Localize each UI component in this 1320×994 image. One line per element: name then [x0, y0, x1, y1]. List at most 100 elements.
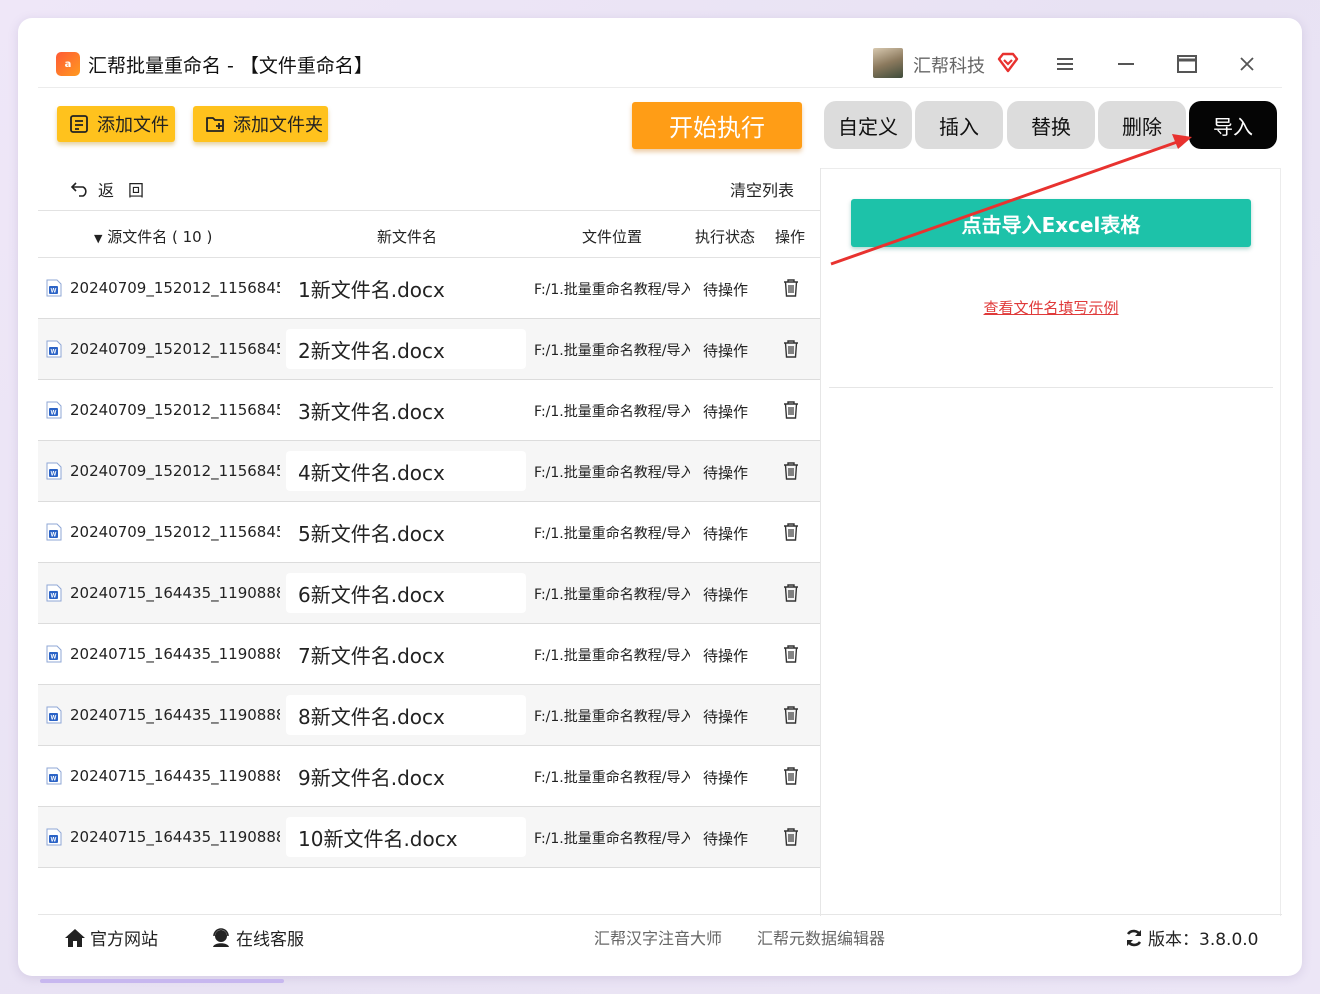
- new-filename-field[interactable]: 2新文件名.docx: [286, 329, 526, 369]
- add-file-button[interactable]: 添加文件: [57, 106, 175, 142]
- new-filename-field[interactable]: 5新文件名.docx: [286, 512, 526, 552]
- close-icon[interactable]: [1233, 50, 1261, 78]
- trash-icon[interactable]: [782, 705, 800, 725]
- new-filename-field[interactable]: 9新文件名.docx: [286, 756, 526, 796]
- table-row[interactable]: W 20240715_164435_119088861 8新文件名.docx F:/1…: [38, 685, 820, 746]
- table-row[interactable]: W 20240715_164435_119088861 9新文件名.docx F:/1…: [38, 746, 820, 807]
- trash-icon[interactable]: [782, 278, 800, 298]
- minimize-icon[interactable]: [1112, 50, 1140, 78]
- word-doc-icon: W: [46, 401, 62, 419]
- user-avatar[interactable]: [873, 48, 903, 78]
- tab-import[interactable]: 导入: [1189, 101, 1277, 149]
- table-row[interactable]: W 20240709_152012_115684555 1新文件名.docx F:/1…: [38, 258, 820, 319]
- source-filename: 20240715_164435_119088861: [70, 584, 280, 602]
- trash-icon[interactable]: [782, 583, 800, 603]
- status-text: 待操作: [703, 708, 749, 726]
- tab-delete[interactable]: 删除: [1098, 101, 1186, 149]
- status-text: 待操作: [703, 586, 749, 604]
- source-filename: 20240715_164435_119088861: [70, 645, 280, 663]
- vip-diamond-icon[interactable]: [996, 50, 1020, 74]
- user-name[interactable]: 汇帮科技: [913, 52, 985, 78]
- source-filename: 20240709_152012_115684555: [70, 279, 280, 297]
- app-window: a 汇帮批量重命名 - 【文件重命名】 汇帮科技 添加文件 添加文件夹 开始执行…: [18, 18, 1302, 976]
- back-label: 返回: [98, 181, 159, 200]
- word-doc-icon: W: [46, 523, 62, 541]
- new-filename-field[interactable]: 8新文件名.docx: [286, 695, 526, 735]
- add-folder-icon: [206, 117, 224, 132]
- word-doc-icon: W: [46, 462, 62, 480]
- source-filename: 20240715_164435_119088861: [70, 706, 280, 724]
- trash-icon[interactable]: [782, 766, 800, 786]
- trash-icon[interactable]: [782, 522, 800, 542]
- file-location: F:/1.批量重命名教程/导入: [534, 343, 690, 359]
- trash-icon[interactable]: [782, 827, 800, 847]
- maximize-icon[interactable]: [1173, 50, 1201, 78]
- file-location: F:/1.批量重命名教程/导入: [534, 526, 690, 542]
- website-link[interactable]: 官方网站: [64, 925, 158, 950]
- table-row[interactable]: W 20240709_152012_115684555 3新文件名.docx F:/1…: [38, 380, 820, 441]
- new-filename-field[interactable]: 1新文件名.docx: [286, 268, 526, 308]
- source-filename: 20240709_152012_115684555: [70, 462, 280, 480]
- app-title: 汇帮批量重命名 - 【文件重命名】: [88, 55, 373, 77]
- file-location: F:/1.批量重命名教程/导入: [534, 404, 690, 420]
- table-row[interactable]: W 20240715_164435_119088861 6新文件名.docx F:/1…: [38, 563, 820, 624]
- undo-icon: [70, 182, 87, 197]
- col-source[interactable]: ▼ 源文件名 ( 10 ): [94, 226, 212, 247]
- tab-custom[interactable]: 自定义: [824, 101, 912, 149]
- app-link-metadata[interactable]: 汇帮元数据编辑器: [757, 925, 885, 949]
- add-folder-button[interactable]: 添加文件夹: [193, 106, 328, 142]
- new-filename-field[interactable]: 7新文件名.docx: [286, 634, 526, 674]
- word-doc-icon: W: [46, 767, 62, 785]
- svg-text:W: W: [51, 350, 57, 356]
- svg-text:W: W: [51, 411, 57, 417]
- new-filename-field[interactable]: 4新文件名.docx: [286, 451, 526, 491]
- col-location: 文件位置: [582, 228, 643, 246]
- support-link[interactable]: 在线客服: [210, 925, 304, 950]
- source-filename: 20240709_152012_115684555: [70, 401, 280, 419]
- status-text: 待操作: [703, 647, 749, 665]
- table-row[interactable]: W 20240709_152012_115684555 5新文件名.docx F:/1…: [38, 502, 820, 563]
- new-filename-field[interactable]: 3新文件名.docx: [286, 390, 526, 430]
- new-filename-field[interactable]: 6新文件名.docx: [286, 573, 526, 613]
- start-button[interactable]: 开始执行: [632, 102, 802, 149]
- tab-insert[interactable]: 插入: [915, 101, 1003, 149]
- version-info[interactable]: 版本：3.8.0.0: [1124, 925, 1258, 950]
- support-label: 在线客服: [236, 930, 304, 950]
- word-doc-icon: W: [46, 828, 62, 846]
- svg-text:W: W: [51, 472, 57, 478]
- add-folder-label: 添加文件夹: [233, 115, 323, 136]
- status-text: 待操作: [703, 342, 749, 360]
- svg-text:W: W: [51, 533, 57, 539]
- clear-list-button[interactable]: 清空列表: [730, 177, 794, 201]
- menu-icon[interactable]: [1051, 50, 1079, 78]
- word-doc-icon: W: [46, 645, 62, 663]
- source-filename: 20240715_164435_119088861: [70, 828, 280, 846]
- import-excel-button[interactable]: 点击导入Excel表格: [851, 199, 1251, 247]
- status-text: 待操作: [703, 525, 749, 543]
- table-row[interactable]: W 20240715_164435_119088861 10新文件名.docx F:/…: [38, 807, 820, 868]
- back-button[interactable]: 返回: [70, 177, 158, 201]
- app-link-pinyin[interactable]: 汇帮汉字注音大师: [594, 925, 722, 949]
- table-row[interactable]: W 20240709_152012_115684555 4新文件名.docx F:/1…: [38, 441, 820, 502]
- trash-icon[interactable]: [782, 461, 800, 481]
- word-doc-icon: W: [46, 584, 62, 602]
- new-filename-field[interactable]: 10新文件名.docx: [286, 817, 526, 857]
- website-label: 官方网站: [90, 930, 158, 950]
- import-panel: 点击导入Excel表格 查看文件名填写示例: [821, 168, 1281, 916]
- table-row[interactable]: W 20240709_152012_115684555 2新文件名.docx F:/1…: [38, 319, 820, 380]
- col-source-label: 源文件名 ( 10 ): [107, 228, 213, 246]
- add-file-icon: [70, 115, 88, 133]
- file-location: F:/1.批量重命名教程/导入: [534, 587, 690, 603]
- tab-replace[interactable]: 替换: [1007, 101, 1095, 149]
- trash-icon[interactable]: [782, 400, 800, 420]
- source-filename: 20240715_164435_119088861: [70, 767, 280, 785]
- example-link[interactable]: 查看文件名填写示例: [821, 297, 1281, 318]
- trash-icon[interactable]: [782, 644, 800, 664]
- svg-text:W: W: [51, 655, 57, 661]
- svg-text:W: W: [51, 289, 57, 295]
- panel-separator: [829, 387, 1273, 388]
- table-row[interactable]: W 20240715_164435_119088861 7新文件名.docx F:/1…: [38, 624, 820, 685]
- support-icon: [213, 927, 229, 947]
- trash-icon[interactable]: [782, 339, 800, 359]
- svg-text:W: W: [51, 777, 57, 783]
